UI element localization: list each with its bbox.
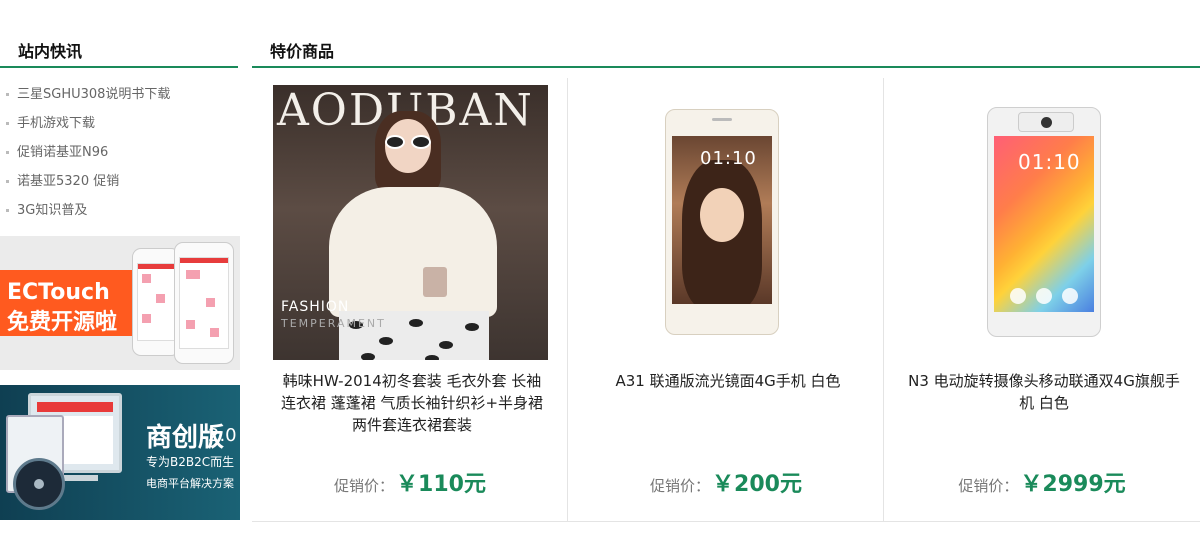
product-name[interactable]: A31 联通版流光镜面4G手机 白色 [592, 370, 864, 392]
price-label: 促销价： [334, 477, 395, 495]
fashion-caption-sub: TEMPERAMENT [281, 317, 386, 330]
news-item[interactable]: 3G知识普及 [0, 200, 238, 229]
news-item-label[interactable]: 诺基亚5320 促销 [17, 174, 119, 189]
price-value: ￥200元 [712, 472, 802, 497]
phone-mockup [132, 248, 180, 356]
product-name[interactable]: 韩味HW-2014初冬套装 毛衣外套 长袖连衣裙 蓬蓬裙 气质长袖针织衫+半身裙… [276, 370, 548, 436]
bullet-icon [6, 180, 9, 183]
banner-description: 电商平台解决方案 [146, 477, 234, 490]
product-name[interactable]: N3 电动旋转摄像头移动联通双4G旗舰手机 白色 [908, 370, 1180, 414]
bullet-icon [6, 151, 9, 154]
news-item[interactable]: 促销诺基亚N96 [0, 142, 238, 171]
product-price: 促销价：￥2999元 [884, 466, 1200, 498]
product-card[interactable]: 01:10 A31 联通版流光镜面4G手机 白色 促销价：￥200元 [568, 78, 884, 522]
price-label: 促销价： [958, 477, 1019, 495]
news-panel: 站内快讯 三星SGHU308说明书下载 手机游戏下载 促销诺基亚N96 诺基亚5… [0, 0, 240, 536]
phone-graphic: 01:10 [987, 107, 1101, 337]
news-title: 站内快讯 [18, 42, 83, 61]
news-item-label[interactable]: 促销诺基亚N96 [17, 145, 108, 160]
news-item-label[interactable]: 3G知识普及 [17, 203, 87, 218]
product-image[interactable]: AODUBAN FASHION TEMPERAMENT [273, 85, 548, 360]
product-card[interactable]: 01:10 N3 电动旋转摄像头移动联通双4G旗舰手机 白色 促销价：￥2999… [884, 78, 1200, 522]
banner-tagline: 专为B2B2C而生 [146, 455, 235, 469]
bullet-icon [6, 122, 9, 125]
sunglasses-graphic [385, 135, 433, 149]
product-image[interactable]: 01:10 [905, 85, 1180, 360]
deals-panel: 特价商品 AODUBAN FASHION TEMPERAMENT 韩味HW-20… [252, 0, 1200, 536]
fashion-caption: FASHION [281, 299, 350, 315]
price-value: ￥110元 [396, 472, 486, 497]
news-title-rule [0, 66, 238, 68]
product-card[interactable]: AODUBAN FASHION TEMPERAMENT 韩味HW-2014初冬套… [252, 78, 568, 522]
deals-title-rule [252, 66, 1200, 68]
rotating-camera [1018, 112, 1074, 132]
news-item[interactable]: 手机游戏下载 [0, 113, 238, 142]
product-image[interactable]: 01:10 [589, 85, 864, 360]
banner-version: 2.0 [208, 425, 237, 446]
phone-graphic: 01:10 [665, 109, 779, 335]
price-label: 促销价： [650, 477, 711, 495]
bullet-icon [6, 209, 9, 212]
lockscreen-clock: 01:10 [1018, 150, 1081, 174]
banner-headline: ECTouch [7, 280, 110, 305]
lockscreen-clock: 01:10 [700, 148, 757, 169]
sweater-graphic [329, 187, 497, 317]
price-value: ￥2999元 [1020, 472, 1126, 497]
deals-title: 特价商品 [270, 42, 335, 61]
news-item[interactable]: 三星SGHU308说明书下载 [0, 84, 238, 113]
phone-mockup [174, 242, 234, 364]
product-grid: AODUBAN FASHION TEMPERAMENT 韩味HW-2014初冬套… [252, 78, 1200, 522]
cup-graphic [423, 267, 447, 297]
bullet-icon [6, 93, 9, 96]
news-item-label[interactable]: 三星SGHU308说明书下载 [17, 87, 170, 102]
news-item[interactable]: 诺基亚5320 促销 [0, 171, 238, 200]
product-price: 促销价：￥200元 [568, 466, 884, 498]
disc-icon [13, 458, 65, 510]
ectouch-banner[interactable]: ECTouch 免费开源啦 [0, 236, 240, 370]
news-item-label[interactable]: 手机游戏下载 [17, 116, 95, 131]
news-list: 三星SGHU308说明书下载 手机游戏下载 促销诺基亚N96 诺基亚5320 促… [0, 84, 238, 229]
banner-subheadline: 免费开源啦 [7, 310, 118, 335]
product-price: 促销价：￥110元 [252, 466, 568, 498]
